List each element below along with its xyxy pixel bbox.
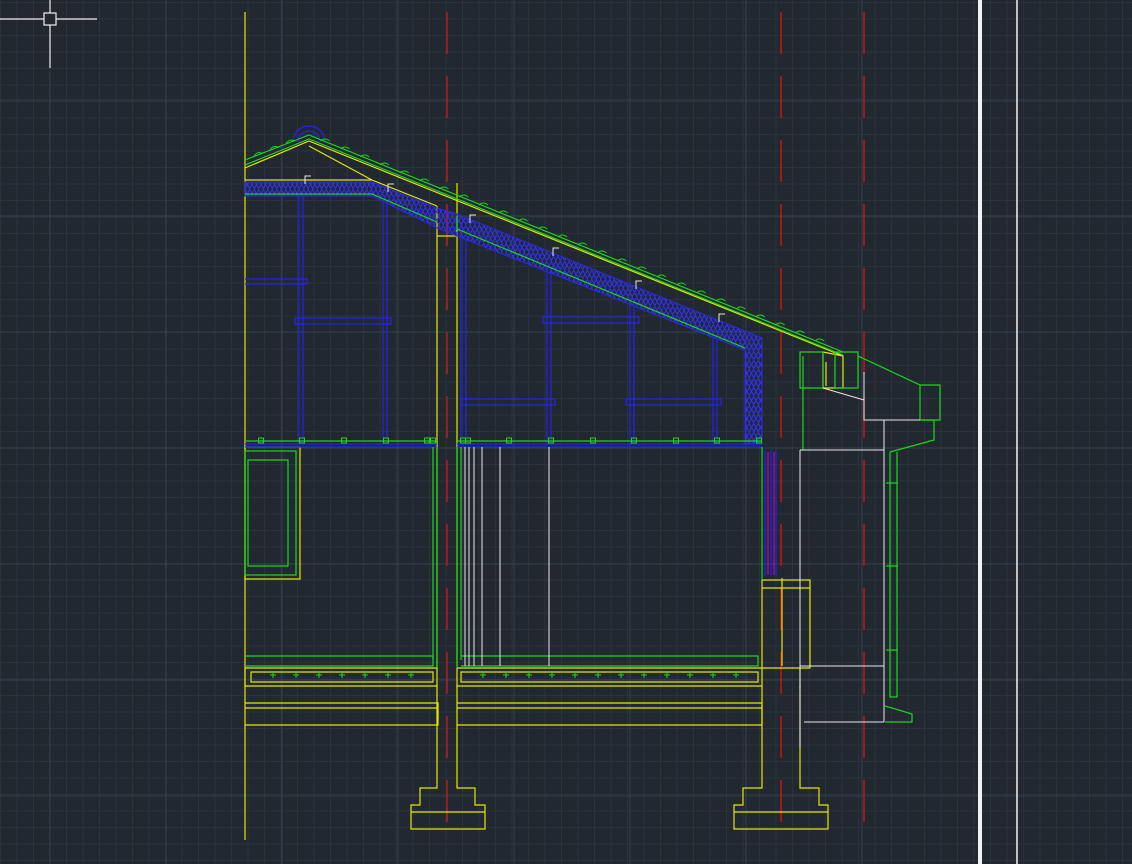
floor-fixing: [480, 672, 486, 678]
floor-fixing: [687, 672, 693, 678]
floor-fixing: [339, 672, 345, 678]
roof-tiles: [253, 138, 825, 342]
floor-fixing: [641, 672, 647, 678]
floor-fixing: [503, 672, 509, 678]
floor-fixing: [710, 672, 716, 678]
floor-fixing: [549, 672, 555, 678]
floor-fixing: [526, 672, 532, 678]
node-markers: [258, 437, 762, 678]
floor-fixing: [270, 672, 276, 678]
floor-fixing: [362, 672, 368, 678]
floor-fixing: [733, 672, 739, 678]
cad-crosshair-cursor-icon: [0, 0, 97, 68]
floor-fixing: [618, 672, 624, 678]
center-lines: [446, 12, 865, 840]
drawing-grid: [0, 0, 1132, 864]
floor-fixing: [385, 672, 391, 678]
cad-viewport[interactable]: [0, 0, 1132, 864]
floor-fixing: [293, 672, 299, 678]
floor-fixing: [572, 672, 578, 678]
floor-fixing: [664, 672, 670, 678]
floor-fixing: [316, 672, 322, 678]
finish-layers-green: [244, 134, 941, 723]
floor-fixing: [595, 672, 601, 678]
